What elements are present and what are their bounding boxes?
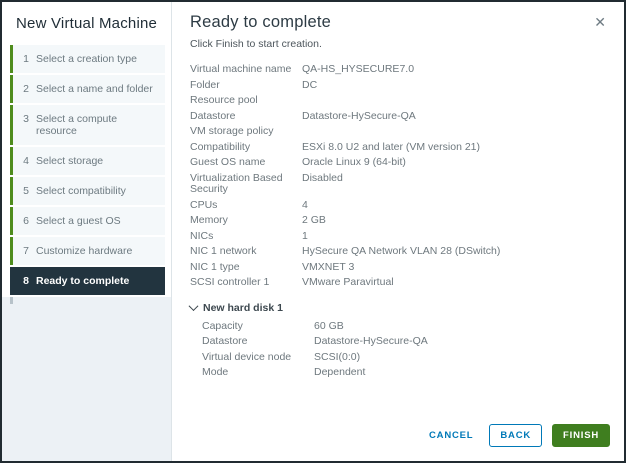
step-progress-bar-stub (10, 297, 13, 304)
row-value: Datastore-HySecure-QA (302, 109, 416, 122)
row-value (302, 126, 608, 138)
row-value: VMXNET 3 (302, 260, 355, 273)
step-label: Select a compute resource (36, 113, 118, 137)
step-select-storage[interactable]: 4 Select storage (10, 147, 165, 175)
row-label: Folder (190, 78, 220, 91)
row-value: Oracle Linux 9 (64-bit) (302, 156, 406, 168)
summary-row-resource-pool: Resource pool (190, 93, 608, 109)
wizard-title: New Virtual Machine (16, 15, 158, 32)
step-number: 4 (23, 155, 29, 167)
row-label: CPUs (190, 198, 218, 211)
step-number: 6 (23, 215, 29, 227)
step-label: Customize hardware (36, 245, 133, 257)
content-header: Ready to complete ✕ (190, 13, 608, 32)
disk-detail-table: Capacity 60 GB Datastore Datastore-HySec… (190, 319, 608, 381)
step-select-compatibility[interactable]: 5 Select compatibility (10, 177, 165, 205)
row-label: Resource pool (190, 94, 258, 106)
row-label: Virtualization Based Security (190, 171, 283, 195)
page-title: Ready to complete (190, 13, 331, 31)
row-label: Mode (202, 366, 229, 378)
back-button[interactable]: BACK (489, 424, 543, 447)
step-number: 5 (23, 185, 29, 197)
disk-section-title: New hard disk 1 (203, 301, 283, 314)
disk-row-capacity: Capacity 60 GB (202, 319, 608, 335)
row-label: Memory (190, 214, 228, 226)
summary-row-guest-os: Guest OS name Oracle Linux 9 (64-bit) (190, 155, 608, 171)
step-label: Select a creation type (36, 53, 137, 65)
summary-row-vm-storage-policy: VM storage policy (190, 124, 608, 140)
row-label: VM storage policy (190, 125, 274, 137)
wizard-footer: CANCEL BACK FINISH (409, 412, 624, 461)
step-number: 8 (23, 275, 29, 287)
row-label: Virtual device node (202, 350, 292, 363)
row-value: Dependent (314, 366, 366, 378)
step-select-compute-resource[interactable]: 3 Select a compute resource (10, 105, 165, 145)
row-value: 4 (302, 198, 308, 211)
step-customize-hardware[interactable]: 7 Customize hardware (10, 237, 165, 265)
row-value: 60 GB (314, 319, 344, 332)
step-label: Ready to complete (36, 275, 130, 287)
step-number: 3 (23, 113, 29, 125)
summary-row-cpus: CPUs 4 (190, 198, 608, 214)
row-value: VMware Paravirtual (302, 276, 394, 288)
step-ready-to-complete[interactable]: 8 Ready to complete (10, 267, 165, 295)
row-value: ESXi 8.0 U2 and later (VM version 21) (302, 140, 480, 153)
step-label: Select storage (36, 155, 104, 167)
row-value: HySecure QA Network VLAN 28 (DSwitch) (302, 245, 501, 257)
row-label: Compatibility (190, 140, 251, 153)
cancel-button[interactable]: CANCEL (423, 425, 479, 446)
row-label: SCSI controller 1 (190, 276, 270, 288)
summary-row-nics: NICs 1 (190, 229, 608, 245)
new-vm-wizard-dialog: New Virtual Machine 1 Select a creation … (0, 0, 626, 463)
vm-summary-table: Virtual machine name QA-HS_HYSECURE7.0 F… (190, 62, 608, 291)
sidebar-filler (2, 297, 171, 461)
summary-row-memory: Memory 2 GB (190, 213, 608, 229)
row-value: Datastore-HySecure-QA (314, 335, 428, 347)
row-label: Datastore (190, 109, 236, 122)
finish-button[interactable]: FINISH (552, 424, 610, 447)
row-value: DC (302, 78, 318, 91)
step-label: Select a name and folder (36, 83, 153, 95)
step-label: Select a guest OS (36, 215, 121, 227)
chevron-down-icon (188, 301, 199, 312)
step-label: Select compatibility (36, 185, 126, 197)
new-hard-disk-toggle[interactable]: New hard disk 1 (188, 301, 608, 314)
summary-row-vm-name: Virtual machine name QA-HS_HYSECURE7.0 (190, 62, 608, 78)
row-label: NICs (190, 229, 214, 242)
summary-row-scsi-controller: SCSI controller 1 VMware Paravirtual (190, 275, 608, 291)
row-label: Virtual machine name (190, 63, 292, 75)
row-value: 2 GB (302, 214, 326, 226)
summary-row-nic1-network: NIC 1 network HySecure QA Network VLAN 2… (190, 244, 608, 260)
row-label: NIC 1 type (190, 260, 240, 273)
wizard-content-pane: Ready to complete ✕ Click Finish to star… (172, 2, 624, 461)
disk-row-virtual-device-node: Virtual device node SCSI(0:0) (202, 350, 608, 366)
row-value: QA-HS_HYSECURE7.0 (302, 63, 415, 75)
row-label: Capacity (202, 319, 243, 332)
step-number: 1 (23, 53, 29, 65)
close-icon[interactable]: ✕ (590, 13, 610, 31)
page-subtitle: Click Finish to start creation. (190, 38, 322, 50)
step-number: 2 (23, 83, 29, 95)
wizard-steps-list: 1 Select a creation type 2 Select a name… (2, 43, 171, 297)
new-hard-disk-section: New hard disk 1 Capacity 60 GB Datastore… (188, 301, 608, 381)
row-label: Guest OS name (190, 156, 266, 168)
row-value: 1 (302, 229, 308, 242)
step-select-guest-os[interactable]: 6 Select a guest OS (10, 207, 165, 235)
row-label: Datastore (202, 335, 248, 347)
summary-row-folder: Folder DC (190, 78, 608, 94)
row-value: Disabled (302, 171, 343, 184)
step-select-name-folder[interactable]: 2 Select a name and folder (10, 75, 165, 103)
summary-row-nic1-type: NIC 1 type VMXNET 3 (190, 260, 608, 276)
row-value: SCSI(0:0) (314, 350, 361, 363)
disk-row-mode: Mode Dependent (202, 365, 608, 381)
row-value (302, 95, 608, 107)
wizard-steps-sidebar: New Virtual Machine 1 Select a creation … (2, 2, 172, 461)
summary-row-vbs: Virtualization Based Security Disabled (190, 171, 608, 198)
summary-row-compatibility: Compatibility ESXi 8.0 U2 and later (VM … (190, 140, 608, 156)
disk-row-datastore: Datastore Datastore-HySecure-QA (202, 334, 608, 350)
step-select-creation-type[interactable]: 1 Select a creation type (10, 45, 165, 73)
row-label: NIC 1 network (190, 245, 257, 257)
summary-row-datastore: Datastore Datastore-HySecure-QA (190, 109, 608, 125)
step-number: 7 (23, 245, 29, 257)
